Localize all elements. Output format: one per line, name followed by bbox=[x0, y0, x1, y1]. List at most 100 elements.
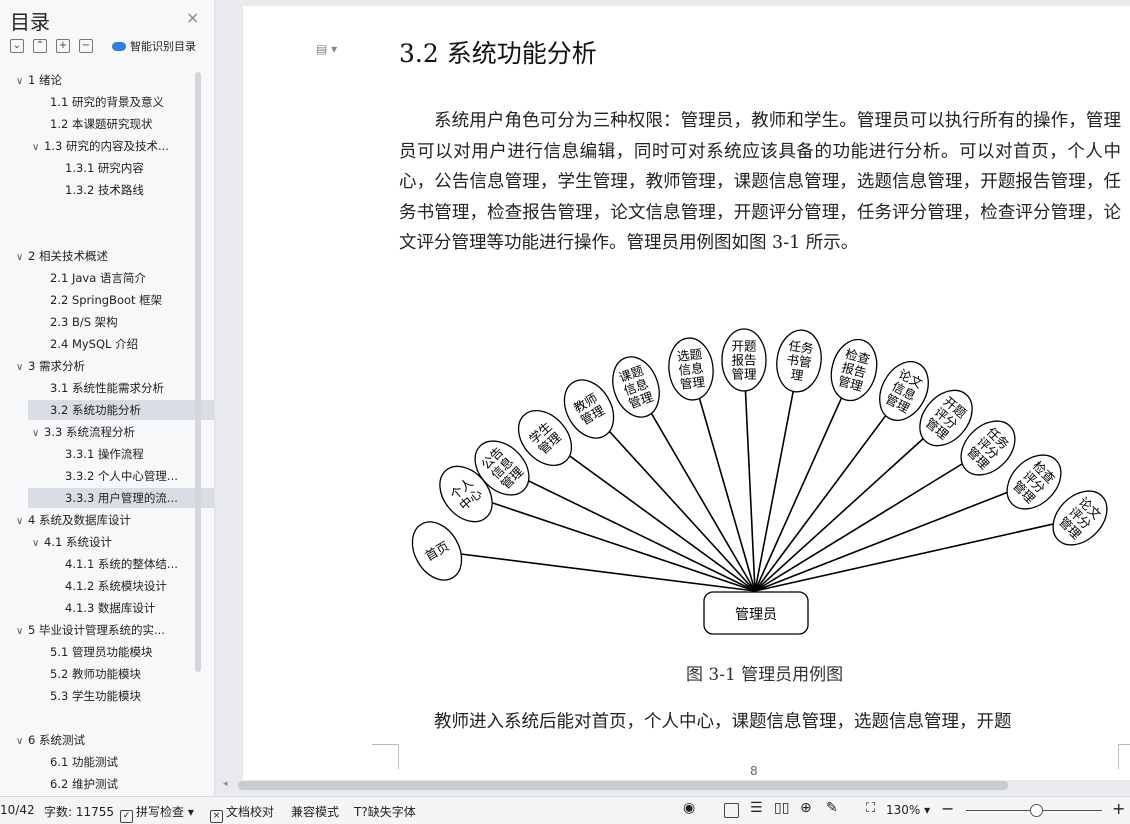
toc-item[interactable]: 5.3 学生功能模块 bbox=[50, 686, 196, 706]
expand-icon[interactable]: ⌃ bbox=[33, 39, 47, 53]
toc-item[interactable]: ∨ 2 相关技术概述 bbox=[16, 246, 196, 266]
remove-icon[interactable]: − bbox=[79, 39, 93, 53]
body-paragraph-2: 教师进入系统后能对首页，个人中心，课题信息管理，选题信息管理，开题 bbox=[434, 712, 1012, 732]
toc-item[interactable]: 6.1 功能测试 bbox=[50, 752, 196, 772]
toc-item-label: 3.3.1 操作流程 bbox=[65, 447, 144, 461]
toc-item[interactable]: 2.1 Java 语言简介 bbox=[50, 268, 196, 288]
toc-item-label: 1.3.1 研究内容 bbox=[65, 161, 144, 175]
toc-item[interactable]: 3.3.2 个人中心管理... bbox=[65, 466, 196, 486]
toc-item[interactable]: 5.1 管理员功能模块 bbox=[50, 642, 196, 662]
reading-view-icon[interactable]: ▯▯ bbox=[774, 800, 789, 816]
horizontal-scrollbar[interactable] bbox=[238, 781, 1008, 790]
toc-item[interactable]: 5.2 教师功能模块 bbox=[50, 664, 196, 684]
zoom-in-button[interactable]: + bbox=[1112, 799, 1125, 818]
toc-item-label: 5.1 管理员功能模块 bbox=[50, 645, 153, 659]
sidebar-scrollbar[interactable] bbox=[195, 72, 201, 672]
toc-item[interactable]: ∨ 1.3 研究的内容及技术... bbox=[32, 136, 196, 156]
expand-arrow-icon[interactable]: ∨ bbox=[16, 248, 28, 266]
toc-item-label: 1.2 本课题研究现状 bbox=[50, 117, 153, 131]
toc-item-label: 3.1 系统性能需求分析 bbox=[50, 381, 164, 395]
toc-item-label: 3.3.3 用户管理的流... bbox=[65, 491, 178, 505]
smart-toc-label: 智能识别目录 bbox=[130, 40, 196, 53]
toc-item[interactable]: 4.1.3 数据库设计 bbox=[65, 598, 196, 618]
toc-item[interactable]: ∨ 3 需求分析 bbox=[16, 356, 196, 376]
expand-arrow-icon[interactable]: ∨ bbox=[16, 732, 28, 750]
toc-item[interactable]: 1.3.2 技术路线 bbox=[65, 180, 196, 200]
close-icon[interactable]: × bbox=[186, 8, 199, 27]
toc-item[interactable]: ∨ 1 绪论 bbox=[16, 70, 196, 90]
toc-title: 目录 bbox=[10, 10, 50, 34]
toc-item[interactable]: 1.3.1 研究内容 bbox=[65, 158, 196, 178]
toc-item-label: 5.3 学生功能模块 bbox=[50, 689, 141, 703]
toc-item[interactable]: ∨ 4 系统及数据库设计 bbox=[16, 510, 196, 530]
web-view-icon[interactable]: ⊕ bbox=[800, 800, 812, 816]
zoom-slider-handle[interactable] bbox=[1030, 804, 1043, 817]
cloud-icon bbox=[112, 41, 126, 51]
toc-item[interactable]: 4.1.1 系统的整体结... bbox=[65, 554, 196, 574]
outline-view-icon[interactable]: ☰ bbox=[750, 800, 763, 816]
toc-item[interactable]: ∨ 3.3 系统流程分析 bbox=[32, 422, 196, 442]
toc-item[interactable]: 6.2 维护测试 bbox=[50, 774, 196, 794]
toc-item[interactable]: 3.3.3 用户管理的流... bbox=[28, 488, 214, 508]
expand-arrow-icon[interactable]: ∨ bbox=[32, 138, 44, 156]
use-case-label: 理 bbox=[790, 367, 805, 384]
doc-check-button[interactable]: × 文档校对 bbox=[210, 803, 274, 823]
toc-item[interactable]: 3.3.1 操作流程 bbox=[65, 444, 196, 464]
scroll-left-icon[interactable]: ◂ bbox=[223, 779, 228, 789]
zoom-level[interactable]: 130% ▾ bbox=[886, 803, 930, 817]
font-icon: T? bbox=[354, 805, 368, 819]
expand-arrow-icon[interactable]: ∨ bbox=[16, 622, 28, 640]
missing-font-button[interactable]: T?缺失字体 bbox=[354, 803, 416, 820]
toc-item[interactable]: ∨ 6 系统测试 bbox=[16, 730, 196, 750]
toc-item-label: 4.1.2 系统模块设计 bbox=[65, 579, 167, 593]
expand-arrow-icon[interactable]: ∨ bbox=[16, 512, 28, 530]
toc-item[interactable]: 2.3 B/S 架构 bbox=[50, 312, 196, 332]
page-view-icon[interactable] bbox=[724, 803, 739, 818]
toc-item-label: 6 系统测试 bbox=[28, 733, 85, 747]
use-case-node: 课题信息管理 bbox=[612, 356, 660, 418]
toc-item[interactable]: 3.2 系统功能分析 bbox=[28, 400, 214, 420]
expand-arrow-icon[interactable]: ∨ bbox=[16, 72, 28, 90]
use-case-node: 检查报告管理 bbox=[830, 338, 878, 402]
expand-arrow-icon[interactable]: ∨ bbox=[32, 424, 44, 442]
toc-item-label: 2.3 B/S 架构 bbox=[50, 315, 118, 329]
toc-item[interactable]: 1.2 本课题研究现状 bbox=[50, 114, 196, 134]
use-case-node: 任务书管理 bbox=[776, 329, 822, 393]
toc-item[interactable]: 2.4 MySQL 介绍 bbox=[50, 334, 196, 354]
toc-item-label: 1.3.2 技术路线 bbox=[65, 183, 144, 197]
expand-arrow-icon[interactable]: ∨ bbox=[16, 358, 28, 376]
toc-item[interactable]: 1.1 研究的背景及意义 bbox=[50, 92, 196, 112]
use-case-label: 管理 bbox=[679, 374, 706, 392]
eye-icon[interactable]: ◉ bbox=[683, 800, 695, 816]
spell-check-button[interactable]: ✓ 拼写检查 ▾ bbox=[120, 803, 194, 823]
word-count[interactable]: 字数: 11755 bbox=[44, 803, 114, 820]
toc-item[interactable]: 4.1.2 系统模块设计 bbox=[65, 576, 196, 596]
page-indicator[interactable]: 10/42 bbox=[0, 803, 35, 817]
expand-arrow-icon[interactable]: ∨ bbox=[32, 534, 44, 552]
fit-page-icon[interactable]: ⛶ bbox=[866, 801, 875, 816]
toc-item-label: 2.2 SpringBoot 框架 bbox=[50, 293, 163, 307]
toc-item-label: 1 绪论 bbox=[28, 73, 62, 87]
page-corner-mark bbox=[1118, 744, 1130, 769]
toc-item[interactable]: ∨ 5 毕业设计管理系统的实... bbox=[16, 620, 196, 640]
toc-item[interactable]: 2.2 SpringBoot 框架 bbox=[50, 290, 196, 310]
association-line bbox=[754, 517, 1081, 592]
toc-item[interactable]: 3.1 系统性能需求分析 bbox=[50, 378, 196, 398]
pen-icon[interactable]: ✎ bbox=[826, 800, 838, 816]
association-line bbox=[754, 390, 905, 592]
toc-item[interactable]: ∨ 4.1 系统设计 bbox=[32, 532, 196, 552]
toc-item-label: 2.1 Java 语言简介 bbox=[50, 271, 146, 285]
smart-toc-button[interactable]: 智能识别目录 bbox=[112, 38, 196, 54]
add-icon[interactable]: + bbox=[56, 39, 70, 53]
page-view-box bbox=[724, 803, 739, 818]
compat-mode: 兼容模式 bbox=[291, 805, 340, 819]
page-menu-icon[interactable]: ▤ ▾ bbox=[316, 42, 337, 56]
association-line bbox=[501, 467, 756, 592]
zoom-out-button[interactable]: − bbox=[941, 799, 954, 818]
toc-item-label: 1.3 研究的内容及技术... bbox=[44, 139, 169, 153]
toc-item-label: 3.3.2 个人中心管理... bbox=[65, 469, 178, 483]
toc-item-label: 5.2 教师功能模块 bbox=[50, 667, 141, 681]
toc-item-label: 1.1 研究的背景及意义 bbox=[50, 95, 164, 109]
association-line bbox=[754, 447, 989, 592]
collapse-icon[interactable]: ⌄ bbox=[10, 39, 24, 53]
